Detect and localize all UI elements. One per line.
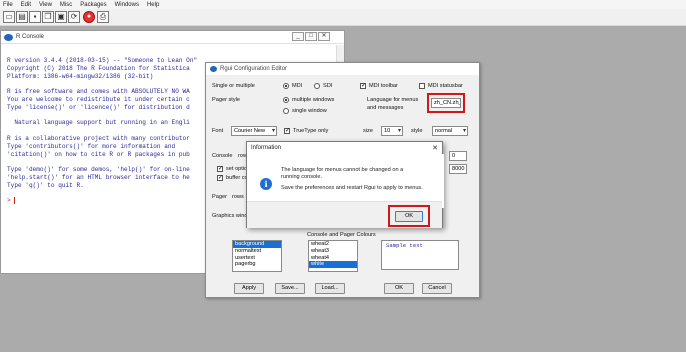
info-title: Information <box>251 145 282 151</box>
minimize-icon[interactable]: _ <box>292 32 304 41</box>
load-button[interactable]: Load... <box>315 283 345 294</box>
single-window-radio[interactable] <box>283 108 289 114</box>
copy-icon[interactable]: ❐ <box>42 11 54 23</box>
info-message-line2: running console. <box>281 174 323 180</box>
paste-icon[interactable]: ▣ <box>55 11 67 23</box>
text-cursor <box>14 197 16 205</box>
pager-style-label: Pager style <box>212 97 240 103</box>
information-dialog: Information ✕ i The language for menus c… <box>246 141 444 228</box>
config-ok-button[interactable]: OK <box>384 283 414 294</box>
menu-misc[interactable]: Misc <box>60 2 72 8</box>
sample-text-box: Sample text <box>381 240 459 270</box>
menu-help[interactable]: Help <box>147 2 159 8</box>
info-titlebar: Information ✕ <box>247 142 442 154</box>
console-title: R Console <box>16 34 45 40</box>
menu-edit[interactable]: Edit <box>21 2 31 8</box>
maximize-icon[interactable]: □ <box>305 32 317 41</box>
size-label: size <box>363 128 373 134</box>
sdi-radio[interactable] <box>314 83 320 89</box>
copy-paste-icon[interactable]: ⟳ <box>68 11 80 23</box>
list-item[interactable]: wheat2 <box>309 241 357 248</box>
multiple-windows-radio[interactable] <box>283 97 289 103</box>
open-icon[interactable]: ▭ <box>3 11 15 23</box>
console-window-controls: _ □ ✕ <box>292 32 330 41</box>
mdi-statusbar-checkbox[interactable] <box>419 83 425 89</box>
r-logo-icon <box>210 66 217 72</box>
truetype-label: TrueType only <box>293 128 329 134</box>
mdi-statusbar-label: MDI statusbar <box>428 83 463 89</box>
sample-text: Sample text <box>386 242 423 249</box>
buffer-label: buffer co <box>226 175 248 181</box>
save-icon[interactable]: ▪ <box>29 11 41 23</box>
mdi-radio[interactable] <box>283 83 289 89</box>
single-or-multiple-label: Single or multiple <box>212 83 255 89</box>
config-title: Rgui Configuration Editor <box>220 66 288 72</box>
info-footer: OK <box>247 201 442 228</box>
r-logo-icon <box>4 33 13 41</box>
mdi-label: MDI <box>292 83 303 89</box>
font-select[interactable]: Courier New <box>231 126 277 136</box>
list-item[interactable]: usertext <box>233 255 281 262</box>
menu-windows[interactable]: Windows <box>115 2 139 8</box>
pager-label: Pager <box>212 194 227 200</box>
info-message-line3: Save the preferences and restart Rgui to… <box>281 185 423 191</box>
graphics-label: Graphics wind <box>212 213 248 219</box>
console-prompt: > <box>7 197 11 205</box>
print-icon[interactable]: ⎙ <box>97 11 109 23</box>
set-options-checkbox[interactable]: ✓ <box>217 166 223 172</box>
list-item[interactable]: wheat4 <box>309 255 357 262</box>
language-label-line2: and messages <box>367 105 404 111</box>
console-field-b[interactable]: 8000 <box>449 164 467 174</box>
load-workspace-icon[interactable]: ▤ <box>16 11 28 23</box>
list-item[interactable]: background <box>233 241 281 248</box>
config-cancel-button[interactable]: Cancel <box>422 283 452 294</box>
set-options-label: set optio <box>226 166 248 172</box>
menu-file[interactable]: File <box>3 2 13 8</box>
console-field-a[interactable]: 0 <box>449 151 467 161</box>
style-select[interactable]: normal <box>432 126 468 136</box>
mdi-toolbar-checkbox[interactable]: ✓ <box>360 83 366 89</box>
info-message-line1: The language for menus cannot be changed… <box>281 167 404 173</box>
apply-button[interactable]: Apply <box>234 283 264 294</box>
font-label: Font <box>212 128 224 134</box>
stop-icon[interactable]: ● <box>83 11 95 23</box>
list-item[interactable]: normaltext <box>233 248 281 255</box>
close-icon[interactable]: ✕ <box>318 32 330 41</box>
list-item[interactable]: wheat3 <box>309 248 357 255</box>
toolbar: ▭ ▤ ▪ ❐ ▣ ⟳ ● ⎙ <box>0 9 686 26</box>
language-highlight <box>427 93 465 113</box>
menu-packages[interactable]: Packages <box>80 2 106 8</box>
close-icon[interactable]: ✕ <box>432 144 438 152</box>
multiple-windows-label: multiple windows <box>292 97 335 103</box>
info-body: i The language for menus cannot be chang… <box>247 154 444 208</box>
single-window-label: single window <box>292 108 327 114</box>
list-item[interactable]: white <box>309 261 357 269</box>
truetype-checkbox[interactable]: ✓ <box>284 128 290 134</box>
list-item[interactable]: pagerbg <box>233 261 281 268</box>
style-label: style <box>411 128 423 134</box>
colour-target-list[interactable]: background normaltext usertext pagerbg <box>232 240 282 272</box>
sdi-label: SDI <box>323 83 333 89</box>
save-button[interactable]: Save... <box>275 283 305 294</box>
colour-palette-list[interactable]: wheat2 wheat3 wheat4 white <box>308 240 358 272</box>
mdi-toolbar-label: MDI toolbar <box>369 83 398 89</box>
colours-label: Console and Pager Colours <box>307 232 376 238</box>
language-label: Language for menus <box>367 97 419 103</box>
info-icon: i <box>260 178 272 190</box>
menubar: File Edit View Misc Packages Windows Hel… <box>0 0 686 9</box>
buffer-checkbox[interactable]: ✓ <box>217 175 223 181</box>
console-label: Console <box>212 153 233 159</box>
menu-view[interactable]: View <box>39 2 52 8</box>
ok-highlight <box>388 205 430 227</box>
size-select[interactable]: 10 <box>381 126 403 136</box>
pager-rows-label: rows <box>232 194 244 200</box>
config-titlebar: Rgui Configuration Editor <box>206 63 479 75</box>
